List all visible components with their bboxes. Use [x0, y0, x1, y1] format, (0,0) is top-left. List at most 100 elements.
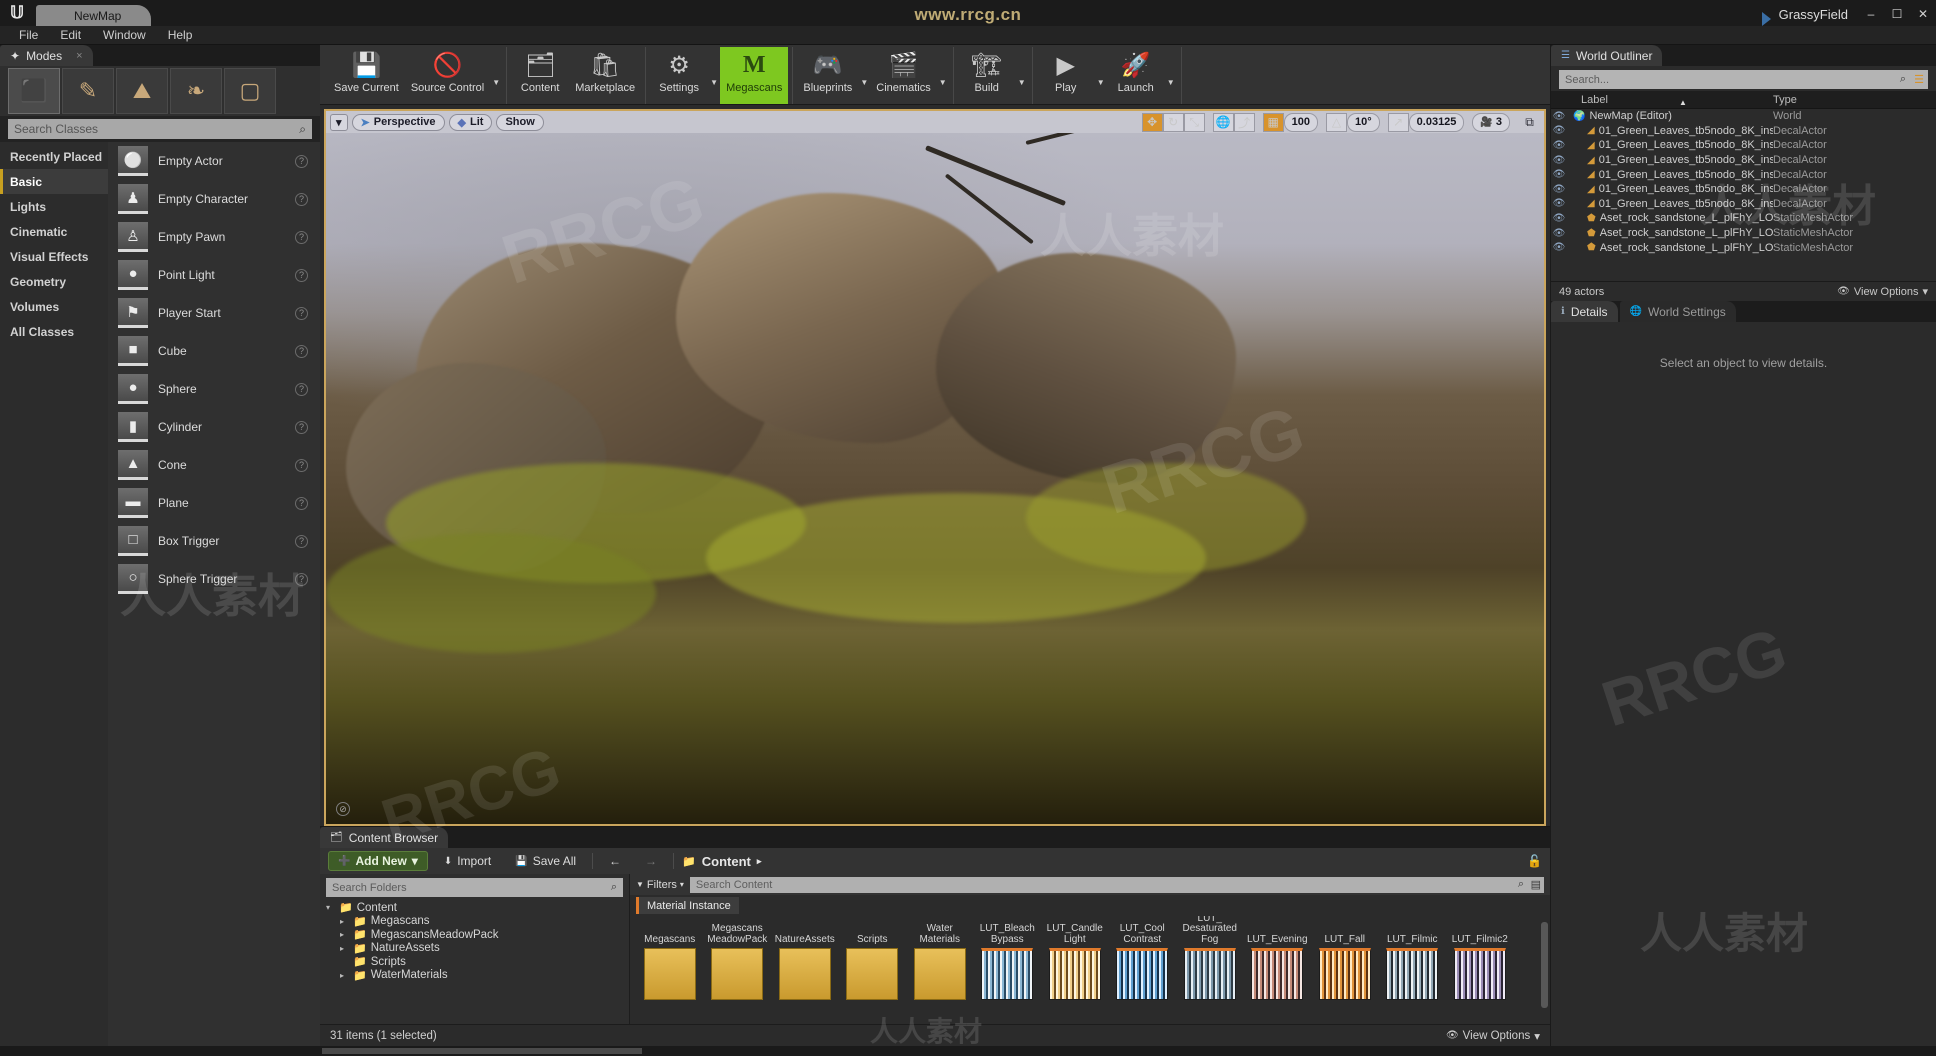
grid-snap-toggle[interactable]: ▦ [1262, 112, 1284, 132]
placeable-item[interactable]: ⚪ Empty Actor? [108, 142, 320, 180]
outliner-row[interactable]: 👁 ⬟ Aset_rock_sandstone_L_plFhY_LOD1 Static… [1551, 226, 1936, 241]
asset-tile[interactable]: LUT_Bleach Bypass [974, 920, 1042, 1024]
placeable-item[interactable]: ⚑ Player Start? [108, 294, 320, 332]
close-icon[interactable]: × [76, 50, 82, 62]
blueprints-button[interactable]: 🎮 Blueprints [797, 47, 858, 104]
folder-tree-row[interactable]: ▾ 📁 Content [320, 901, 629, 915]
content-view-options-button[interactable]: 👁 View Options ▾ [1446, 1029, 1540, 1043]
column-header-type[interactable]: Type [1773, 94, 1936, 106]
category-geometry[interactable]: Geometry [0, 269, 108, 294]
grid-size-value[interactable]: 100 [1283, 112, 1319, 132]
tree-twisty-icon[interactable]: ▸ [340, 971, 349, 980]
maximize-viewport-button[interactable]: ⧉ [1519, 113, 1540, 132]
outliner-row[interactable]: 👁 ◢ 01_Green_Leaves_tb5nodo_8K_inst2 DecalA… [1551, 138, 1936, 153]
folder-tree-row[interactable]: ▸ 📁 Megascans [320, 915, 629, 929]
folder-tile[interactable]: Megascans MeadowPack [704, 920, 772, 1024]
outliner-row[interactable]: 👁 ◢ 01_Green_Leaves_tb5nodo_8K_inst DecalAc… [1551, 124, 1936, 139]
marketplace-button[interactable]: 🛍 Marketplace [569, 47, 641, 104]
translate-tool-button[interactable]: ✥ [1141, 112, 1163, 132]
save-all-button[interactable]: 💾 Save All [507, 852, 584, 870]
surface-snap-button[interactable]: ⤴ [1233, 112, 1255, 132]
menu-help[interactable]: Help [157, 26, 204, 45]
asset-scrollbar[interactable] [1541, 922, 1548, 1008]
folder-tile[interactable]: NatureAssets [771, 920, 839, 1024]
tab-world-settings[interactable]: 🌐 World Settings [1619, 301, 1736, 322]
help-icon[interactable]: ? [295, 154, 308, 168]
help-icon[interactable]: ? [295, 534, 308, 548]
category-cinematic[interactable]: Cinematic [0, 219, 108, 244]
visibility-eye-icon[interactable]: 👁 [1551, 155, 1567, 166]
nav-forward-button[interactable]: → [637, 852, 665, 870]
tree-twisty-icon[interactable]: ▸ [340, 917, 349, 926]
asset-tile[interactable]: LUT_Evening [1244, 920, 1312, 1024]
menu-window[interactable]: Window [92, 26, 157, 45]
tree-twisty-icon[interactable]: ▸ [340, 930, 349, 939]
help-icon[interactable]: ? [295, 572, 308, 586]
tab-details[interactable]: ℹ Details [1551, 301, 1618, 322]
nav-back-button[interactable]: ← [601, 852, 629, 870]
visibility-eye-icon[interactable]: 👁 [1551, 213, 1567, 224]
outliner-row[interactable]: 👁 ◢ 01_Green_Leaves_tb5nodo_8K_inst4 DecalA… [1551, 167, 1936, 182]
cinematics-button[interactable]: 🎬 Cinematics [870, 47, 936, 104]
scale-snap-toggle[interactable]: ↗ [1387, 112, 1409, 132]
scale-tool-button[interactable]: ⤡ [1183, 112, 1205, 132]
menu-file[interactable]: File [8, 26, 49, 45]
asset-tile[interactable]: LUT_Candle Light [1041, 920, 1109, 1024]
folder-tree-row[interactable]: ▸ 📁 WaterMaterials [320, 969, 629, 983]
breadcrumb[interactable]: 📁 Content ▸ [682, 854, 761, 869]
build-dropdown-icon[interactable]: ▼ [1016, 47, 1028, 104]
folder-search-input[interactable]: Search Folders ⌕ [326, 878, 623, 897]
outliner-search-input[interactable]: Search... ⌕ ☰ [1559, 70, 1928, 89]
scale-snap-value[interactable]: 0.03125 [1408, 112, 1465, 132]
viewport-menu-button[interactable]: ▾ [330, 113, 348, 131]
view-mode-button[interactable]: ◆ Lit [448, 113, 493, 131]
category-volumes[interactable]: Volumes [0, 294, 108, 319]
asset-search-input[interactable]: Search Content ⌕ ▤ [689, 876, 1544, 893]
outliner-row[interactable]: 👁 ⬟ Aset_rock_sandstone_L_plFhY_LOD0 Static… [1551, 211, 1936, 226]
visibility-eye-icon[interactable]: 👁 [1551, 198, 1567, 209]
save-current-button[interactable]: 💾 Save Current [328, 47, 405, 104]
close-button[interactable]: ✕ [1910, 4, 1936, 24]
visibility-eye-icon[interactable]: 👁 [1551, 169, 1567, 180]
tab-content-browser[interactable]: 🗂 Content Browser [320, 827, 449, 848]
help-icon[interactable]: ? [295, 268, 308, 282]
camera-speed-control[interactable]: 🎥 3 [1472, 112, 1510, 132]
blueprints-dropdown-icon[interactable]: ▼ [858, 47, 870, 104]
placeable-item[interactable]: ♟ Empty Character? [108, 180, 320, 218]
map-tab[interactable]: NewMap [36, 5, 152, 26]
visibility-eye-icon[interactable]: 👁 [1551, 111, 1567, 122]
megascans-button[interactable]: M Megascans [720, 47, 789, 104]
level-viewport[interactable]: ▾ ➤ Perspective ◆ Lit Show ✥ ↻ ⤡ 🌐 ⤴ ▦ 1… [324, 109, 1546, 826]
menu-edit[interactable]: Edit [49, 26, 92, 45]
search-classes-input[interactable]: Search Classes ⌕ [8, 119, 312, 139]
tab-modes[interactable]: ✦ Modes × [0, 45, 93, 66]
outliner-options-icon[interactable]: ☰ [1914, 73, 1924, 86]
settings-dropdown-icon[interactable]: ▼ [708, 47, 720, 104]
placeable-item[interactable]: ● Point Light? [108, 256, 320, 294]
foliage-mode-button[interactable]: ❧ [170, 68, 222, 114]
source-control-dropdown-icon[interactable]: ▼ [490, 47, 502, 104]
column-header-label[interactable]: Label ▲ [1551, 94, 1773, 107]
folder-tree-row[interactable]: ▸ 📁 NatureAssets [320, 942, 629, 956]
help-icon[interactable]: ? [295, 192, 308, 206]
outliner-row[interactable]: 👁 ◢ 01_Green_Leaves_tb5nodo_8K_inst7 DecalA… [1551, 182, 1936, 197]
settings-button[interactable]: ⚙ Settings [650, 47, 708, 104]
category-lights[interactable]: Lights [0, 194, 108, 219]
launch-button[interactable]: 🚀 Launch [1107, 47, 1165, 104]
visibility-eye-icon[interactable]: 👁 [1551, 242, 1567, 253]
help-icon[interactable]: ? [295, 306, 308, 320]
show-menu-button[interactable]: Show [496, 113, 544, 131]
tab-world-outliner[interactable]: ☰ World Outliner [1551, 45, 1663, 66]
coordinate-system-button[interactable]: 🌐 [1212, 112, 1234, 132]
asset-tile[interactable]: LUT_ Desaturated Fog [1176, 916, 1244, 1024]
play-button[interactable]: ▶ Play [1037, 47, 1095, 104]
viewport-feedback-icon[interactable]: ⊘ [336, 802, 350, 816]
folder-tile[interactable]: Scripts [839, 920, 907, 1024]
placeable-item[interactable]: ♙ Empty Pawn? [108, 218, 320, 256]
help-icon[interactable]: ? [295, 344, 308, 358]
placeable-item[interactable]: ▲ Cone? [108, 446, 320, 484]
filter-chip-material-instance[interactable]: Material Instance [636, 897, 739, 914]
asset-tile[interactable]: LUT_Fall [1311, 920, 1379, 1024]
folder-tree-row[interactable]: ▸ 📁 MegascansMeadowPack [320, 928, 629, 942]
folder-tree-row[interactable]: 📁 Scripts [320, 955, 629, 969]
